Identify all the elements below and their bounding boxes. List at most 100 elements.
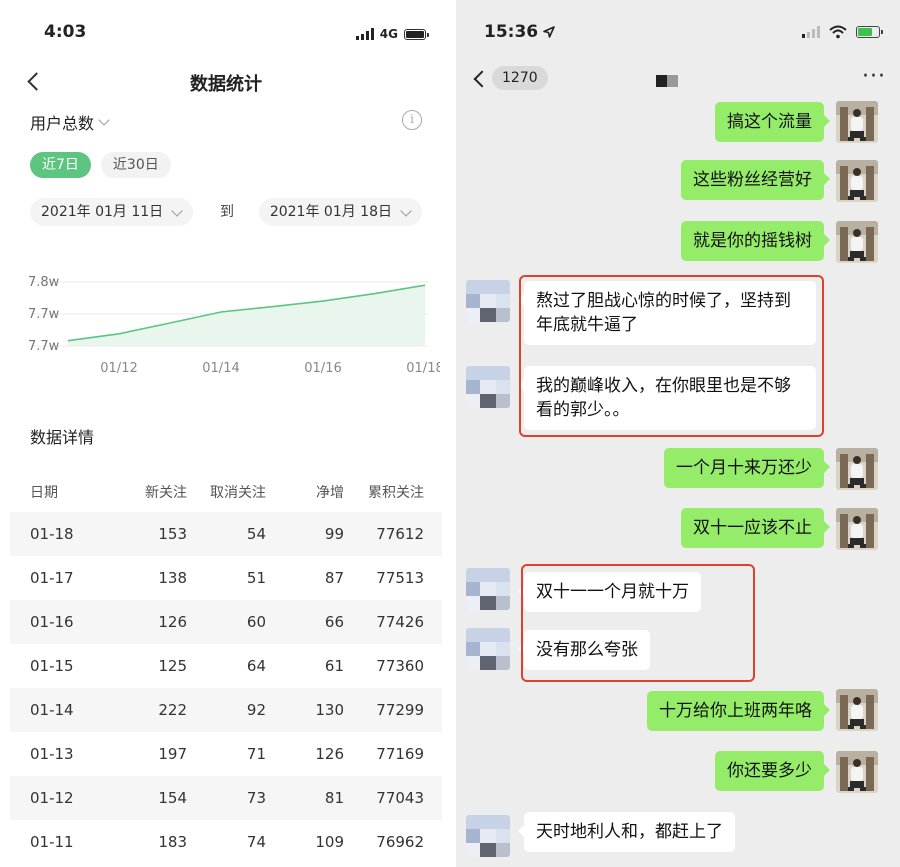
- chat-nav-bar: 1270 ···: [456, 60, 900, 96]
- cell-total: 77426: [376, 613, 424, 631]
- cell-new: 222: [158, 701, 187, 719]
- my-avatar[interactable]: [836, 101, 878, 143]
- avatar-photo-icon: [836, 221, 878, 263]
- range-tabs: 近7日 近30日: [30, 152, 171, 178]
- page-title: 数据统计: [190, 74, 262, 95]
- sent-message[interactable]: 双十一应该不止: [681, 508, 830, 548]
- y-tick-label: 7.7w: [28, 339, 60, 354]
- avatar-photo-icon: [466, 628, 510, 670]
- my-avatar[interactable]: [836, 751, 878, 793]
- avatar-photo-icon: [466, 366, 510, 408]
- cell-unfollow: 54: [246, 525, 266, 543]
- cell-date: 01-12: [30, 789, 74, 807]
- followers-chart: 7.8w 7.7w 7.7w 01/12 01/14 01/16 01/18: [28, 275, 440, 376]
- status-time: 4:03: [44, 22, 87, 42]
- avatar-photo-icon: [836, 448, 878, 490]
- cell-date: 01-17: [30, 569, 74, 587]
- avatar-photo-icon: [836, 508, 878, 550]
- sent-message[interactable]: 十万给你上班两年咯: [647, 691, 830, 731]
- my-avatar[interactable]: [836, 448, 878, 490]
- cell-date: 01-13: [30, 745, 74, 763]
- end-date-value: 2021年 01月 18日: [269, 204, 392, 220]
- col-net: 净增: [316, 485, 344, 501]
- contact-avatar-blurred[interactable]: [466, 815, 510, 857]
- date-range: 2021年 01月 11日 到 2021年 01月 18日: [30, 198, 422, 226]
- battery-icon: [404, 28, 429, 40]
- my-avatar[interactable]: [836, 221, 878, 263]
- network-label: 4G: [379, 27, 398, 41]
- sent-message[interactable]: 这些粉丝经营好: [681, 160, 830, 200]
- contact-avatar-blurred[interactable]: [466, 366, 510, 408]
- x-tick-label: 01/12: [100, 361, 137, 376]
- chat-screen: 15:36 1270 ··· 搞这个流量 这些粉丝经营好 就是你的摇钱树 熬过了胆战心…: [456, 0, 900, 867]
- metric-label: 用户总数: [30, 114, 95, 133]
- cell-new: 138: [158, 569, 187, 587]
- location-arrow-icon: [543, 26, 555, 38]
- tab-7-days[interactable]: 近7日: [30, 152, 91, 178]
- my-avatar[interactable]: [836, 508, 878, 550]
- avatar-photo-icon: [466, 568, 510, 610]
- col-new: 新关注: [145, 485, 187, 501]
- cell-unfollow: 73: [246, 789, 266, 807]
- metric-selector[interactable]: 用户总数: [30, 110, 110, 134]
- cell-date: 01-16: [30, 613, 74, 631]
- cell-net: 130: [315, 701, 344, 719]
- cell-net: 81: [324, 789, 344, 807]
- contact-avatar-blurred[interactable]: [466, 280, 510, 322]
- info-icon[interactable]: i: [402, 110, 422, 130]
- cell-total: 76962: [376, 833, 424, 851]
- cell-unfollow: 92: [246, 701, 266, 719]
- contact-avatar-blurred[interactable]: [466, 568, 510, 610]
- chevron-down-icon: [98, 114, 110, 126]
- cell-unfollow: 64: [246, 657, 266, 675]
- avatar-photo-icon: [836, 160, 878, 202]
- received-message[interactable]: 天时地利人和，都赶上了: [518, 812, 735, 852]
- stats-screen: 4:03 4G 数据统计 用户总数 i 近7日 近30日 2021年 01月 1…: [0, 0, 452, 867]
- highlight-box: [519, 275, 824, 437]
- contact-name-obscured: [656, 72, 678, 87]
- x-tick-label: 01/18: [406, 361, 440, 376]
- avatar-photo-icon: [466, 280, 510, 322]
- table-row: 01-11 183 74 109 76962: [10, 820, 442, 864]
- end-date-picker[interactable]: 2021年 01月 18日: [258, 198, 422, 226]
- back-icon[interactable]: [472, 70, 486, 88]
- avatar-photo-icon: [466, 815, 510, 857]
- chevron-down-icon: [171, 205, 183, 217]
- y-tick-label: 7.7w: [28, 307, 60, 322]
- cell-net: 99: [324, 525, 344, 543]
- start-date-value: 2021年 01月 11日: [41, 204, 164, 220]
- cell-net: 61: [324, 657, 344, 675]
- wifi-icon: [829, 25, 847, 39]
- cell-new: 183: [158, 833, 187, 851]
- my-avatar[interactable]: [836, 689, 878, 731]
- cell-total: 77513: [376, 569, 424, 587]
- y-tick-label: 7.8w: [28, 275, 60, 290]
- start-date-picker[interactable]: 2021年 01月 11日: [30, 198, 194, 226]
- unread-count-badge[interactable]: 1270: [492, 66, 548, 90]
- table-row: 01-13 197 71 126 77169: [10, 732, 442, 776]
- sent-message[interactable]: 一个月十来万还少: [664, 448, 830, 488]
- table-row: 01-16 126 60 66 77426: [10, 600, 442, 644]
- cell-new: 154: [158, 789, 187, 807]
- date-separator: 到: [220, 204, 234, 220]
- status-time: 15:36: [484, 22, 555, 42]
- cell-date: 01-18: [30, 525, 74, 543]
- contact-avatar-blurred[interactable]: [466, 628, 510, 670]
- sent-message[interactable]: 搞这个流量: [715, 102, 830, 142]
- cell-date: 01-14: [30, 701, 74, 719]
- avatar-photo-icon: [836, 101, 878, 143]
- table-row: 01-17 138 51 87 77513: [10, 556, 442, 600]
- tab-30-days[interactable]: 近30日: [100, 152, 171, 178]
- cell-date: 01-11: [30, 833, 74, 851]
- cell-unfollow: 51: [246, 569, 266, 587]
- cell-new: 197: [158, 745, 187, 763]
- cell-new: 153: [158, 525, 187, 543]
- sent-message[interactable]: 就是你的摇钱树: [681, 221, 830, 261]
- cell-new: 126: [158, 613, 187, 631]
- table-header: 日期 新关注 取消关注 净增 累积关注: [10, 478, 442, 506]
- table-row: 01-15 125 64 61 77360: [10, 644, 442, 688]
- more-icon[interactable]: ···: [862, 64, 886, 89]
- signal-icon: [355, 28, 374, 40]
- sent-message[interactable]: 你还要多少: [715, 751, 830, 791]
- my-avatar[interactable]: [836, 160, 878, 202]
